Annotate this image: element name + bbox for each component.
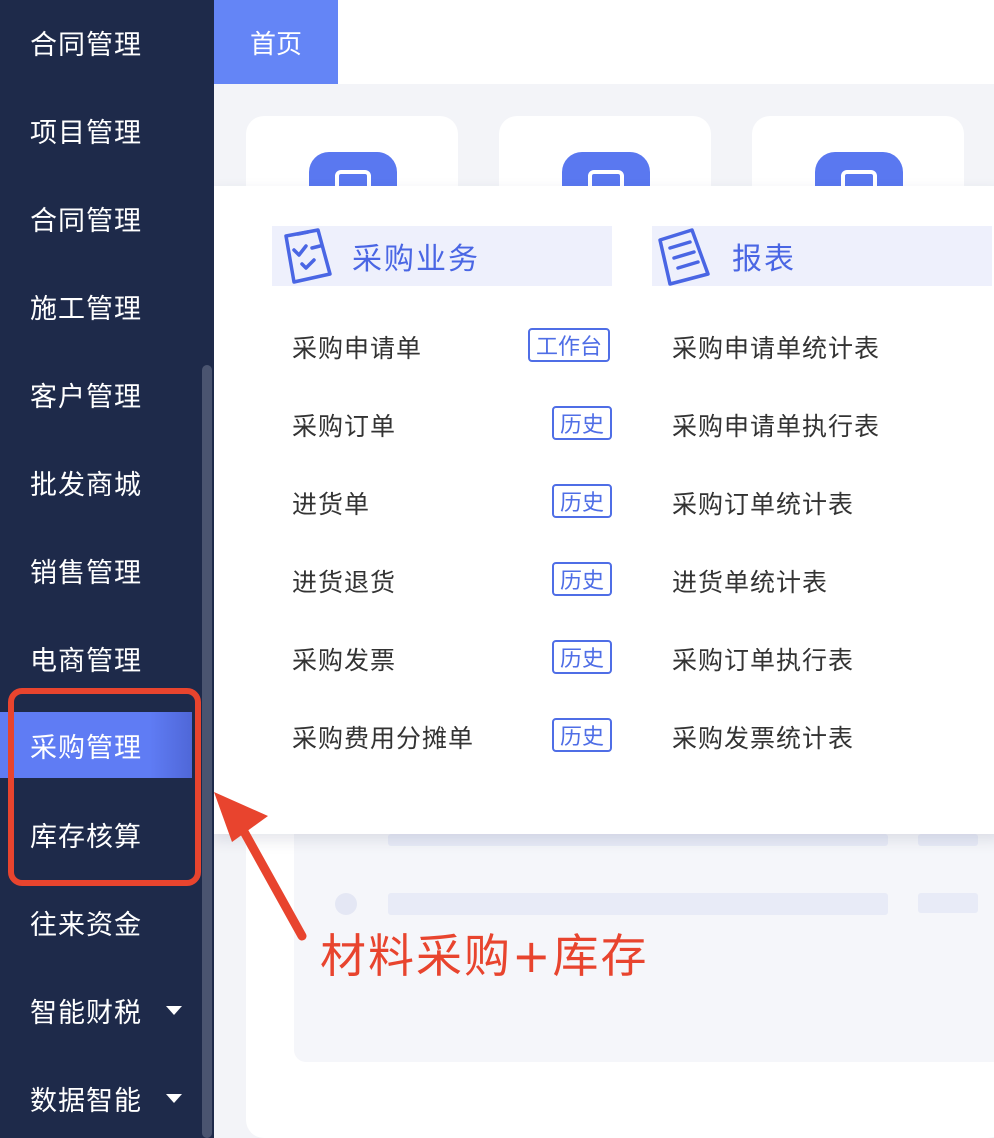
chevron-down-icon <box>166 1094 182 1103</box>
sidebar-item-customer[interactable]: 客户管理 <box>0 361 192 427</box>
sidebar-item-data-intel[interactable]: 数据智能 <box>0 1065 192 1131</box>
placeholder-bar <box>388 893 888 915</box>
annotation-arrow-icon <box>214 792 307 941</box>
sidebar-item-ecommerce[interactable]: 电商管理 <box>0 625 192 691</box>
sidebar-item-construction[interactable]: 施工管理 <box>0 273 192 339</box>
sidebar-item-label: 智能财税 <box>30 997 142 1029</box>
sidebar-item-label: 电商管理 <box>30 645 142 677</box>
tag-workbench[interactable]: 工作台 <box>528 328 611 362</box>
menu-link-purchase-order[interactable]: 采购订单 <box>292 407 396 443</box>
sidebar-item-label: 合同管理 <box>30 205 142 237</box>
tab-home[interactable]: 首页 <box>214 0 338 84</box>
menu-link-report[interactable]: 采购申请单统计表 <box>672 329 880 365</box>
menu-link-report[interactable]: 采购订单统计表 <box>672 485 854 521</box>
sidebar-item-project[interactable]: 项目管理 <box>0 97 192 163</box>
sidebar-item-label: 销售管理 <box>30 557 142 589</box>
menu-link-expense-allocation[interactable]: 采购费用分摊单 <box>292 719 474 755</box>
sidebar-item-label: 批发商城 <box>30 469 142 501</box>
menu-link-report[interactable]: 进货单统计表 <box>672 563 828 599</box>
section-header-reports: 报表 <box>652 226 992 286</box>
sidebar-item-label: 项目管理 <box>30 117 142 149</box>
sidebar-item-label: 合同管理 <box>30 29 142 61</box>
chevron-down-icon <box>166 1006 182 1015</box>
placeholder-bar <box>388 834 888 846</box>
sidebar-item-label: 往来资金 <box>30 909 142 941</box>
sidebar-item-label: 客户管理 <box>30 381 142 413</box>
annotation-text: 材料采购+库存 <box>320 929 649 983</box>
sidebar: 合同管理 项目管理 合同管理 施工管理 客户管理 批发商城 销售管理 电商管理 … <box>0 0 214 1138</box>
sidebar-item-wholesale[interactable]: 批发商城 <box>0 449 192 515</box>
tag-history[interactable]: 历史 <box>552 718 613 752</box>
placeholder-bar <box>918 834 978 846</box>
menu-link-report[interactable]: 采购申请单执行表 <box>672 407 880 443</box>
section-title-business: 采购业务 <box>352 242 480 277</box>
sidebar-item-label: 数据智能 <box>30 1085 142 1117</box>
tag-history[interactable]: 历史 <box>552 562 613 596</box>
report-document-icon <box>658 228 710 286</box>
sidebar-item-contract[interactable]: 合同管理 <box>0 185 192 251</box>
sidebar-scrollbar-thumb[interactable] <box>202 365 212 1138</box>
sidebar-item-sales[interactable]: 销售管理 <box>0 537 192 603</box>
menu-link-report[interactable]: 采购发票统计表 <box>672 719 854 755</box>
section-header-business: 采购业务 <box>272 226 612 286</box>
annotation-highlight-box <box>8 688 201 886</box>
menu-link-receipt[interactable]: 进货单 <box>292 485 370 521</box>
placeholder-bar <box>918 893 978 913</box>
sidebar-item-label: 施工管理 <box>30 293 142 325</box>
placeholder-dot <box>335 893 357 915</box>
sidebar-item-finance-tax[interactable]: 智能财税 <box>0 977 192 1043</box>
menu-link-purchase-request[interactable]: 采购申请单 <box>292 329 422 365</box>
sidebar-item-contract[interactable]: 合同管理 <box>0 9 192 75</box>
menu-link-purchase-invoice[interactable]: 采购发票 <box>292 641 396 677</box>
tag-history[interactable]: 历史 <box>552 484 613 518</box>
top-tab-bar: 首页 <box>214 0 994 84</box>
section-title-reports: 报表 <box>732 242 796 277</box>
tag-history[interactable]: 历史 <box>552 640 613 674</box>
menu-link-receipt-return[interactable]: 进货退货 <box>292 563 396 599</box>
sidebar-item-funds[interactable]: 往来资金 <box>0 889 192 955</box>
clipboard-check-icon <box>284 228 332 284</box>
tag-history[interactable]: 历史 <box>552 406 613 440</box>
menu-link-report[interactable]: 采购订单执行表 <box>672 641 854 677</box>
